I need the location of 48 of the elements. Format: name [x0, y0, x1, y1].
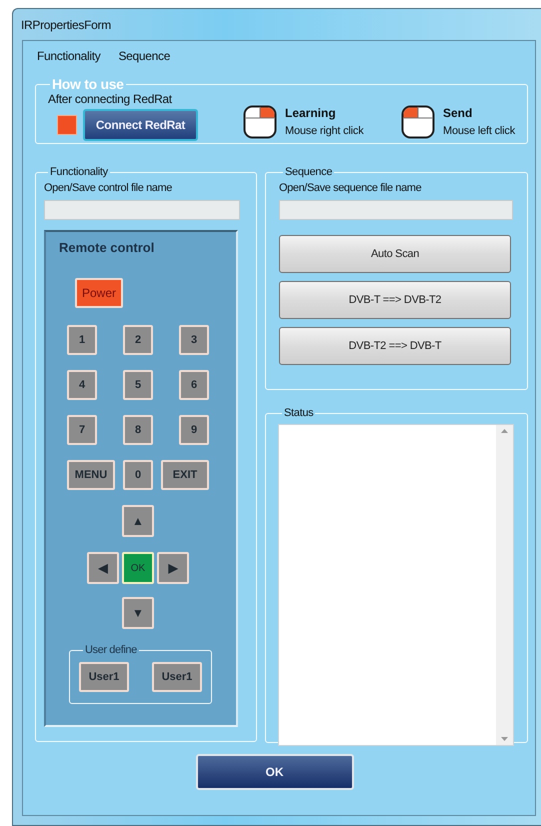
- group-title: Functionality: [49, 166, 109, 178]
- hint-title: Learning: [285, 106, 337, 120]
- remote-key[interactable]: MENU: [67, 460, 115, 490]
- instruction-text: After connecting RedRat: [48, 92, 173, 106]
- status-indicator-icon: [57, 115, 77, 135]
- number-key[interactable]: 9: [179, 415, 209, 445]
- field-label: Open/Save sequence file name: [279, 182, 422, 194]
- number-key[interactable]: 2: [123, 325, 153, 355]
- number-key[interactable]: 3: [179, 325, 209, 355]
- menu-item[interactable]: Functionality: [37, 49, 100, 69]
- window-title: IRPropertiesForm: [21, 18, 111, 32]
- ok-key[interactable]: OK: [122, 552, 154, 584]
- scroll-up-icon[interactable]: [501, 429, 508, 433]
- hint-title: Send: [443, 106, 474, 120]
- menu-item[interactable]: Sequence: [118, 49, 170, 69]
- remote-key[interactable]: EXIT: [161, 460, 209, 490]
- scroll-down-icon[interactable]: [501, 737, 508, 741]
- user-key[interactable]: User1: [79, 662, 129, 692]
- arrow-key[interactable]: ▶: [157, 552, 189, 584]
- arrow-key[interactable]: ◀: [87, 552, 119, 584]
- group-title: Sequence: [284, 166, 334, 178]
- number-key[interactable]: 0: [123, 460, 153, 490]
- sequence-button[interactable]: Auto Scan: [279, 235, 511, 273]
- mouse-icon: [243, 105, 277, 139]
- sequence-button[interactable]: DVB-T2 ==> DVB-T: [279, 327, 511, 365]
- number-key[interactable]: 6: [179, 370, 209, 400]
- number-key[interactable]: 7: [67, 415, 97, 445]
- hint-text: Mouse left click: [443, 125, 515, 137]
- mouse-icon: [401, 105, 435, 139]
- connect-button[interactable]: Connect RedRat: [83, 109, 198, 141]
- arrow-key[interactable]: ▲: [122, 505, 154, 537]
- file-name-field[interactable]: [279, 200, 513, 220]
- number-key[interactable]: 8: [123, 415, 153, 445]
- number-key[interactable]: 5: [123, 370, 153, 400]
- file-name-field[interactable]: [44, 200, 240, 220]
- group-title: User define: [84, 644, 138, 656]
- number-key[interactable]: 1: [67, 325, 97, 355]
- field-label: Open/Save control file name: [44, 182, 173, 194]
- user-key[interactable]: User1: [152, 662, 202, 692]
- hint-text: Mouse right click: [285, 125, 364, 137]
- sequence-button[interactable]: DVB-T ==> DVB-T2: [279, 281, 511, 319]
- group-title: How to use: [51, 76, 125, 92]
- group-title: Status: [283, 407, 314, 419]
- ok-button[interactable]: OK: [196, 754, 354, 790]
- arrow-key[interactable]: ▼: [122, 597, 154, 629]
- panel-title: Remote control: [59, 240, 156, 255]
- number-key[interactable]: 4: [67, 370, 97, 400]
- power-button[interactable]: Power: [75, 278, 123, 308]
